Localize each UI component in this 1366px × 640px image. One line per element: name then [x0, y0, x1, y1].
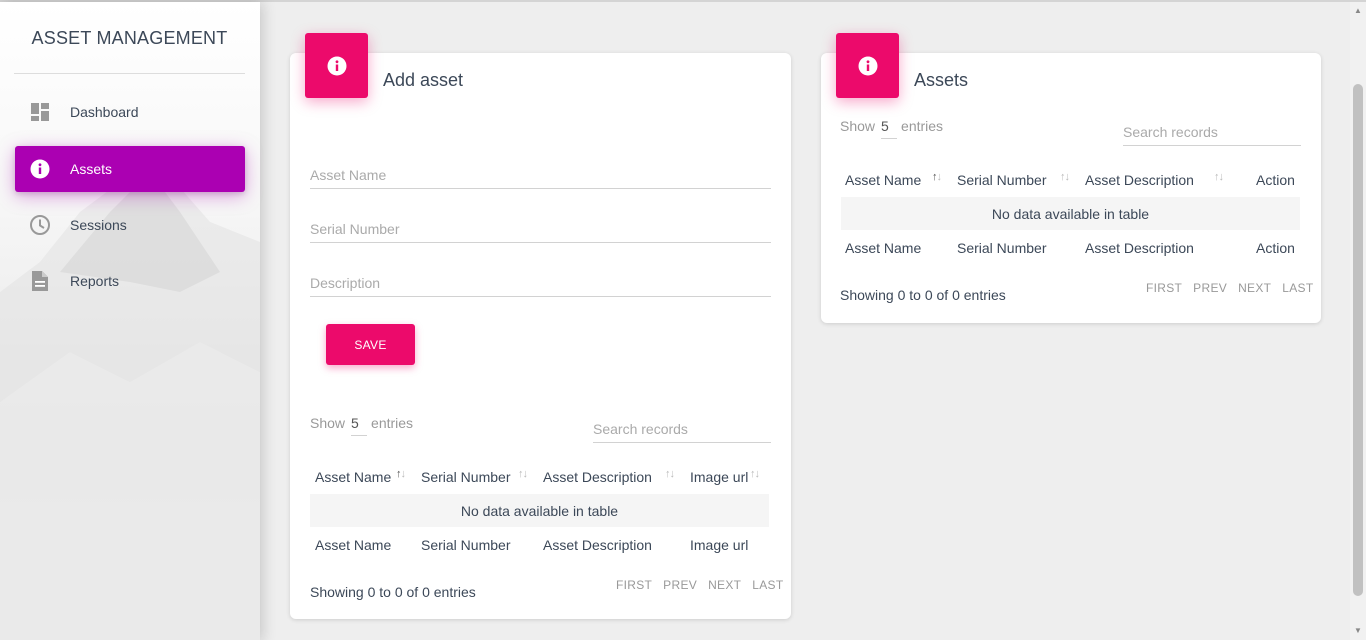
- search-field[interactable]: [1123, 118, 1301, 146]
- serial-number-field[interactable]: [310, 215, 771, 243]
- column-header-action[interactable]: Action: [1256, 172, 1295, 188]
- pager-first-button[interactable]: FIRST: [1146, 281, 1182, 295]
- vertical-scrollbar[interactable]: ▲ ▼: [1350, 2, 1366, 640]
- page-size-select[interactable]: 5: [881, 118, 898, 139]
- clock-icon: [29, 214, 51, 236]
- sidebar: ASSET MANAGEMENT Dashboard Assets Sessio…: [0, 2, 260, 640]
- sort-icon[interactable]: ↑↓: [518, 468, 528, 480]
- asset-name-input[interactable]: [310, 161, 771, 188]
- pagination: FIRST PREV NEXT LAST: [616, 578, 784, 592]
- card-title: Assets: [914, 70, 969, 90]
- sort-icon[interactable]: ↑↓: [665, 468, 675, 480]
- page-size-control: Show 5 entries: [310, 415, 413, 436]
- scrollbar-thumb[interactable]: [1353, 84, 1363, 596]
- sidebar-item-label: Assets: [70, 161, 113, 177]
- column-footer-asset-name: Asset Name: [845, 240, 922, 256]
- column-header-serial-number[interactable]: Serial Number: [421, 469, 510, 485]
- description-input[interactable]: [310, 269, 771, 296]
- card-title: Add asset: [383, 70, 464, 90]
- pager-next-button[interactable]: NEXT: [1238, 281, 1271, 295]
- show-label: Show: [840, 118, 876, 134]
- empty-table-row: No data available in table: [310, 494, 769, 527]
- description-field[interactable]: [310, 269, 771, 297]
- info-icon: [29, 158, 51, 180]
- dashboard-icon: [29, 101, 51, 123]
- scroll-up-arrow-icon[interactable]: ▲: [1354, 6, 1362, 15]
- column-header-serial-number[interactable]: Serial Number: [957, 172, 1046, 188]
- column-footer-action: Action: [1256, 240, 1295, 256]
- page-size-control: Show 5 entries: [840, 118, 943, 139]
- scroll-down-arrow-icon[interactable]: ▼: [1354, 626, 1362, 635]
- pager-last-button[interactable]: LAST: [752, 578, 783, 592]
- column-footer-asset-description: Asset Description: [1085, 240, 1194, 256]
- pagination: FIRST PREV NEXT LAST: [1146, 281, 1314, 295]
- sidebar-item-label: Reports: [70, 273, 120, 289]
- table-info: Showing 0 to 0 of 0 entries: [310, 584, 476, 600]
- entries-label: entries: [901, 118, 944, 134]
- sidebar-item-sessions[interactable]: Sessions: [15, 202, 245, 248]
- assets-card: Assets Show 5 entries Asset Name ↑↓ Seri…: [821, 33, 1321, 323]
- sidebar-item-assets[interactable]: Assets: [15, 146, 245, 192]
- column-footer-asset-name: Asset Name: [315, 537, 392, 553]
- sidebar-item-label: Sessions: [70, 217, 127, 233]
- sidebar-item-label: Dashboard: [70, 104, 139, 120]
- app-title[interactable]: ASSET MANAGEMENT: [14, 28, 245, 49]
- add-asset-card: Add asset SAVE Show 5 entries Asset Name…: [290, 33, 791, 619]
- table-info: Showing 0 to 0 of 0 entries: [840, 287, 1006, 303]
- sort-asc-icon[interactable]: ↑↓: [396, 468, 406, 480]
- search-input[interactable]: [1123, 118, 1301, 145]
- pager-first-button[interactable]: FIRST: [616, 578, 652, 592]
- sort-icon[interactable]: ↑↓: [1214, 171, 1224, 183]
- serial-number-input[interactable]: [310, 215, 771, 242]
- sort-icon[interactable]: ↑↓: [750, 468, 760, 480]
- info-icon: [305, 33, 368, 98]
- column-footer-image-url: Image url: [690, 537, 749, 553]
- info-icon: [836, 33, 899, 98]
- column-header-asset-name[interactable]: Asset Name: [845, 172, 921, 188]
- column-header-asset-description[interactable]: Asset Description: [1085, 172, 1194, 188]
- column-header-image-url[interactable]: Image url: [690, 469, 748, 485]
- show-label: Show: [310, 415, 346, 431]
- column-footer-serial-number: Serial Number: [421, 537, 511, 553]
- pager-prev-button[interactable]: PREV: [1193, 281, 1227, 295]
- sidebar-item-reports[interactable]: Reports: [15, 258, 245, 304]
- column-footer-serial-number: Serial Number: [957, 240, 1047, 256]
- empty-table-row: No data available in table: [841, 197, 1300, 230]
- entries-label: entries: [371, 415, 414, 431]
- column-header-asset-name[interactable]: Asset Name: [315, 469, 391, 485]
- pager-next-button[interactable]: NEXT: [708, 578, 741, 592]
- page-size-select[interactable]: 5: [351, 415, 368, 436]
- column-header-asset-description[interactable]: Asset Description: [543, 469, 652, 485]
- sort-asc-icon[interactable]: ↑↓: [932, 171, 942, 183]
- pager-prev-button[interactable]: PREV: [663, 578, 697, 592]
- search-input[interactable]: [593, 415, 771, 442]
- pager-last-button[interactable]: LAST: [1282, 281, 1313, 295]
- save-button[interactable]: SAVE: [326, 324, 415, 365]
- sidebar-divider: [14, 73, 245, 74]
- column-footer-asset-description: Asset Description: [543, 537, 652, 553]
- sidebar-item-dashboard[interactable]: Dashboard: [15, 89, 245, 135]
- sort-icon[interactable]: ↑↓: [1060, 171, 1070, 183]
- document-icon: [29, 270, 51, 292]
- asset-name-field[interactable]: [310, 161, 771, 189]
- search-field[interactable]: [593, 415, 771, 443]
